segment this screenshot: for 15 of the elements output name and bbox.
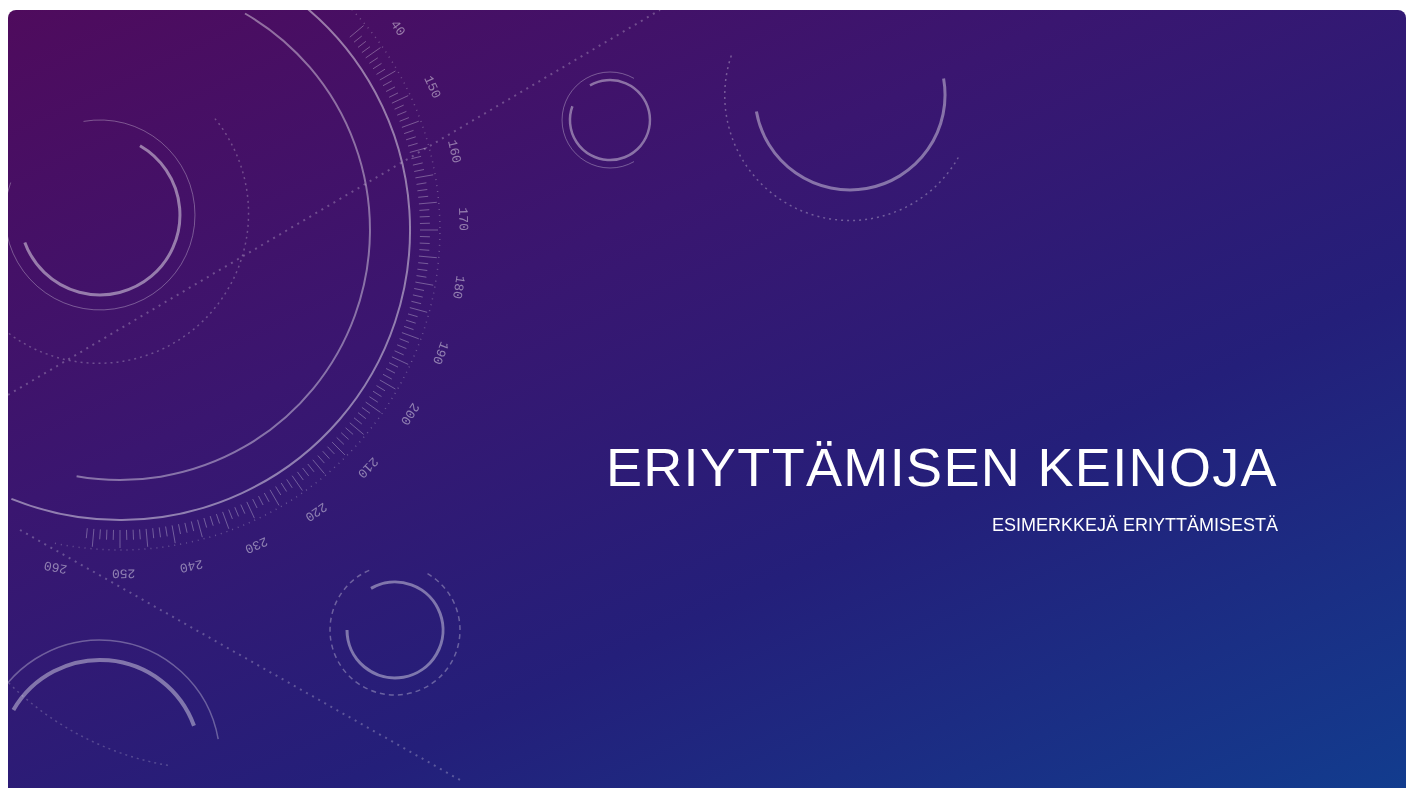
slide-title: ERIYTTÄMISEN KEINOJA [605,440,1278,494]
slide-subtitle: ESIMERKKEJÄ ERIYTTÄMISESTÄ [991,516,1278,534]
dial-number: 40 [386,17,409,40]
dial-number: 240 [178,555,205,576]
dial-number: 250 [111,565,136,581]
dial-number: 150 [420,73,444,101]
dial-number: 160 [444,138,464,165]
dial-number: 200 [397,399,423,428]
dial-number: 190 [429,339,452,367]
dial-number: 210 [354,453,382,482]
dial-number: 260 [42,557,69,577]
dial-number: 170 [455,207,471,232]
dial-number: 220 [301,498,330,525]
dial-number: 180 [448,274,468,300]
dial-number: 230 [242,533,270,557]
